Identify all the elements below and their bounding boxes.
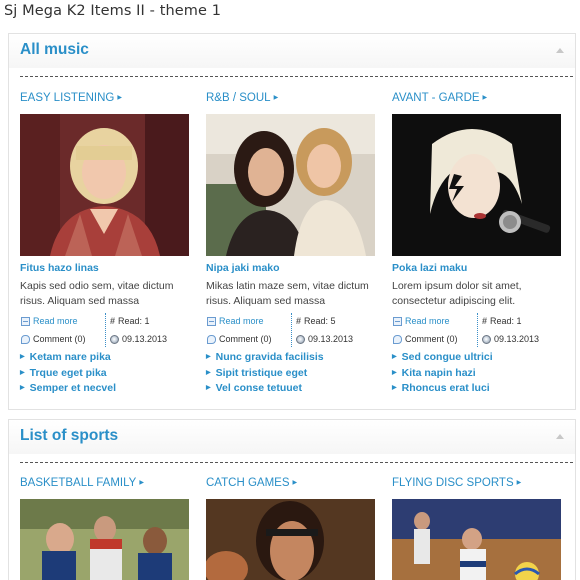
hash-icon: # <box>110 316 116 326</box>
triangle-bullet-icon: ▶ <box>206 369 211 376</box>
category-link-avant-garde[interactable]: AVANT - GARDE ▶ <box>392 92 487 104</box>
item-image-avant-garde[interactable] <box>392 114 561 256</box>
list-item[interactable]: ▶ Rhoncus erat luci <box>392 381 564 397</box>
read-more-link[interactable]: Read more <box>393 316 450 326</box>
comment-icon <box>393 334 402 344</box>
list-item[interactable]: ▶ Trque eget pika <box>20 366 192 382</box>
list-item[interactable]: ▶ Vel conse tetuuet <box>206 381 378 397</box>
triangle-arrow-icon: ▶ <box>273 95 279 101</box>
clock-icon <box>296 334 305 344</box>
item-meta: Read more # Read: 1 Comment (0) 09.13.201… <box>20 313 190 348</box>
category-link-rnb-soul[interactable]: R&B / SOUL ▶ <box>206 92 278 104</box>
module-all-music: All music EASY LISTENING ▶ Fitus hazo lin… <box>8 33 576 410</box>
item-image-easy-listening[interactable] <box>20 114 189 256</box>
item-date: 09.13.2013 <box>482 334 539 344</box>
document-icon <box>393 316 402 326</box>
collapse-arrow-icon[interactable] <box>556 434 564 439</box>
item-date: 09.13.2013 <box>296 334 353 344</box>
comment-icon <box>207 334 216 344</box>
item-date: 09.13.2013 <box>110 334 167 344</box>
read-count: # Read: 5 <box>296 316 336 326</box>
list-item[interactable]: ▶ Sipit tristique eget <box>206 366 378 382</box>
triangle-arrow-icon: ▶ <box>516 480 522 486</box>
triangle-arrow-icon: ▶ <box>292 480 298 486</box>
list-item[interactable]: ▶ Sed congue ultrici <box>392 350 564 366</box>
comment-icon <box>21 334 30 344</box>
clock-icon <box>482 334 491 344</box>
item-image-flying-disc-sports[interactable] <box>392 499 561 580</box>
divider <box>20 462 573 463</box>
item-description: Mikas latin maze sem, vitae dictum risus… <box>206 280 369 307</box>
module-list-of-sports: List of sports BASKETBALL FAMILY ▶ CATCH … <box>8 419 576 580</box>
page-title: Sj Mega K2 Items II - theme 1 <box>4 3 222 19</box>
comment-count[interactable]: Comment (0) <box>21 334 86 344</box>
category-link-flying-disc-sports[interactable]: FLYING DISC SPORTS ▶ <box>392 477 521 489</box>
music-column-easy-listening: EASY LISTENING ▶ Fitus hazo linas Kapis s… <box>20 92 190 402</box>
meta-divider <box>105 313 106 347</box>
read-count: # Read: 1 <box>482 316 522 326</box>
category-link-easy-listening[interactable]: EASY LISTENING ▶ <box>20 92 122 104</box>
triangle-arrow-icon: ▶ <box>139 480 144 486</box>
read-more-link[interactable]: Read more <box>207 316 264 326</box>
comment-count[interactable]: Comment (0) <box>393 334 458 344</box>
list-item[interactable]: ▶ Ketam nare pika <box>20 350 192 366</box>
triangle-bullet-icon: ▶ <box>392 369 397 376</box>
item-title[interactable]: Poka lazi maku <box>392 262 467 274</box>
meta-divider <box>291 313 292 347</box>
item-description: Kapis sed odio sem, vitae dictum risus. … <box>20 280 174 307</box>
module-header: All music <box>9 34 575 68</box>
hash-icon: # <box>296 316 302 326</box>
item-image-catch-games[interactable] <box>206 499 375 580</box>
triangle-bullet-icon: ▶ <box>392 385 397 392</box>
read-count: # Read: 1 <box>110 316 150 326</box>
triangle-bullet-icon: ▶ <box>392 354 397 360</box>
item-meta: Read more # Read: 1 Comment (0) 09.13.201… <box>392 313 562 348</box>
music-column-avant-garde: AVANT - GARDE ▶ Poka lazi maku Lorem ipsu… <box>392 92 562 402</box>
category-link-catch-games[interactable]: CATCH GAMES ▶ <box>206 477 297 489</box>
category-link-basketball-family[interactable]: BASKETBALL FAMILY ▶ <box>20 477 144 489</box>
meta-divider <box>477 313 478 347</box>
item-image-basketball-family[interactable] <box>20 499 189 580</box>
item-meta: Read more # Read: 5 Comment (0) 09.13.201… <box>206 313 376 348</box>
triangle-arrow-icon: ▶ <box>482 95 488 101</box>
item-description: Lorem ipsum dolor sit amet, consectetur … <box>392 280 522 307</box>
list-item[interactable]: ▶ Semper et necvel <box>20 381 192 397</box>
triangle-bullet-icon: ▶ <box>206 385 211 392</box>
item-title[interactable]: Nipa jaki mako <box>206 262 280 274</box>
hash-icon: # <box>482 316 488 326</box>
sports-column-catch-games: CATCH GAMES ▶ <box>206 477 376 580</box>
music-column-rnb-soul: R&B / SOUL ▶ Nipa jaki mako Mikas latin m… <box>206 92 376 402</box>
triangle-bullet-icon: ▶ <box>20 354 25 360</box>
sports-column-flying-disc-sports: FLYING DISC SPORTS ▶ <box>392 477 562 580</box>
clock-icon <box>110 334 119 344</box>
comment-count[interactable]: Comment (0) <box>207 334 272 344</box>
module-title: List of sports <box>20 427 119 444</box>
list-item[interactable]: ▶ Kita napin hazi <box>392 366 564 382</box>
document-icon <box>207 316 216 326</box>
item-title[interactable]: Fitus hazo linas <box>20 262 99 274</box>
sports-column-basketball-family: BASKETBALL FAMILY ▶ <box>20 477 190 580</box>
triangle-arrow-icon: ▶ <box>117 95 123 101</box>
collapse-arrow-icon[interactable] <box>556 48 564 53</box>
related-links: ▶ Ketam nare pika ▶ Trque eget pika ▶ Sempe… <box>20 350 192 397</box>
document-icon <box>21 316 30 326</box>
related-links: ▶ Sed congue ultrici ▶ Kita napin hazi ▶ Rh… <box>392 350 564 397</box>
module-title: All music <box>20 41 89 58</box>
read-more-link[interactable]: Read more <box>21 316 78 326</box>
list-item[interactable]: ▶ Nunc gravida facilisis <box>206 350 378 366</box>
triangle-bullet-icon: ▶ <box>20 385 25 392</box>
triangle-bullet-icon: ▶ <box>20 369 25 376</box>
item-image-rnb-soul[interactable] <box>206 114 375 256</box>
module-header: List of sports <box>9 420 575 454</box>
divider <box>20 76 573 77</box>
related-links: ▶ Nunc gravida facilisis ▶ Sipit tristique… <box>206 350 378 397</box>
triangle-bullet-icon: ▶ <box>206 354 211 360</box>
